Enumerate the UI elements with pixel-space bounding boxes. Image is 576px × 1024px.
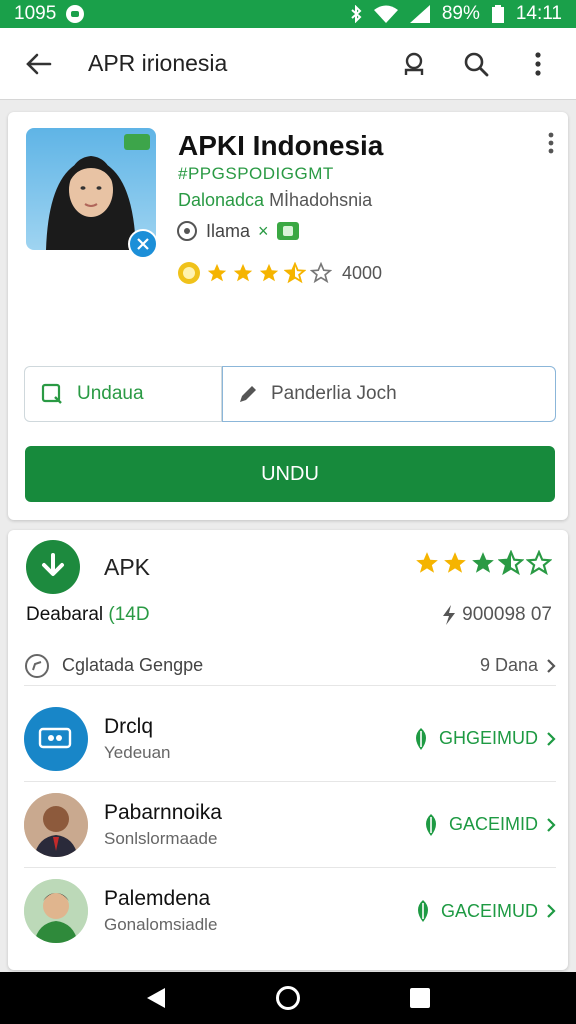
star-empty-icon	[310, 262, 332, 284]
apk-developer: Deabaral (14D	[26, 604, 150, 626]
system-nav-bar	[0, 972, 576, 1024]
bluetooth-icon	[351, 5, 362, 23]
star-full-icon	[233, 263, 253, 282]
status-clock: 14:11	[515, 3, 562, 24]
nav-back-icon[interactable]	[140, 982, 172, 1014]
pencil-icon	[240, 386, 256, 402]
star-empty-icon	[526, 550, 552, 576]
page-title: APR irionesia	[88, 50, 228, 76]
notification-icon	[66, 5, 85, 23]
category-label: Cglatada Gengpe	[62, 655, 204, 675]
star-full-icon	[259, 263, 279, 282]
avatar-tag	[124, 134, 150, 150]
account-icon[interactable]	[398, 48, 430, 80]
star-full-icon	[472, 552, 494, 573]
app-detail-card: APKI Indonesia #PPGSPODIGGMT Dalonadca M…	[8, 112, 568, 520]
star-full-icon	[416, 552, 438, 573]
app-subtitle-rest: Mİhadohsnia	[264, 190, 373, 210]
status-time: 1095	[14, 3, 57, 24]
app-name: APKI Indonesia	[178, 130, 384, 161]
list-item-subtitle: Sonlslormaade	[104, 828, 218, 848]
star-full-icon	[444, 552, 466, 573]
rating-count: 4000	[342, 262, 383, 283]
chevron-right-icon	[547, 731, 556, 746]
chevron-right-icon	[547, 658, 556, 673]
apk-title: APK	[104, 554, 151, 580]
profile-avatar	[24, 879, 88, 943]
outline-button[interactable]: Undaua	[24, 366, 222, 422]
leaf-icon	[425, 813, 436, 836]
list-item-subtitle: Yedeuan	[104, 742, 171, 762]
list-item[interactable]: Pabarnnoika Sonlslormaade GACEIMID	[24, 782, 556, 868]
profile-avatar	[24, 792, 88, 857]
wifi-icon	[373, 5, 398, 23]
apk-size-value: 900098 07	[462, 604, 552, 625]
star-full-icon	[207, 263, 227, 282]
compass-icon	[25, 653, 49, 678]
apk-developer-name: Deabaral	[26, 604, 104, 625]
meta-mark: ×	[258, 220, 269, 241]
list-item-action-label: GACEIMUD	[440, 900, 538, 921]
apk-card: APK Deabaral (14D 900098 07 Cglatada Gen…	[8, 530, 568, 970]
leaf-icon	[416, 727, 426, 750]
app-bar: APR irionesia	[0, 28, 576, 100]
more-options-icon[interactable]	[522, 48, 554, 80]
list-item-action-label: GACEIMID	[448, 814, 538, 834]
list-item-title: Drclq	[104, 714, 154, 738]
list-item-action[interactable]: GHGEIMUD	[411, 727, 556, 751]
clock-icon	[177, 221, 197, 241]
back-arrow-icon[interactable]	[22, 48, 54, 80]
app-developer[interactable]: #PPGSPODIGGMT	[178, 164, 334, 184]
install-button[interactable]: UNDU	[25, 446, 555, 502]
battery-icon	[491, 5, 504, 23]
apk-rating-stars	[414, 550, 552, 576]
list-item-title: Palemdena	[104, 887, 211, 910]
nav-recents-icon[interactable]	[404, 982, 436, 1014]
apk-size: 900098 07	[442, 604, 552, 626]
download-box-icon	[41, 383, 62, 404]
star-half-icon	[284, 262, 306, 284]
verified-badge-icon	[128, 229, 158, 259]
signal-icon	[409, 5, 430, 23]
app-subtitle: Dalonadca Mİhadohsnia	[178, 190, 372, 211]
list-item-action-label: GHGEIMUD	[439, 728, 538, 748]
apk-developer-code: (14D	[108, 604, 150, 625]
app-meta: Ilama ×	[176, 220, 299, 242]
search-input[interactable]: Panderlia Joch	[222, 366, 556, 422]
action-row: Undaua Panderlia Joch	[24, 366, 556, 422]
battery-percent: 89%	[441, 3, 480, 24]
bolt-icon	[443, 605, 456, 625]
app-rating: 4000	[176, 260, 382, 286]
list-item-action[interactable]: GACEIMID	[421, 813, 556, 837]
card-more-icon[interactable]	[548, 132, 554, 159]
meta-label: Ilama	[206, 220, 251, 241]
list-item-action[interactable]: GACEIMUD	[413, 899, 556, 923]
list-item-title: Pabarnnoika	[104, 800, 222, 824]
editor-choice-icon	[276, 222, 299, 240]
chat-app-icon	[24, 706, 88, 771]
outline-button-label: Undaua	[77, 383, 144, 404]
status-bar: 1095 89% 14:11	[0, 0, 576, 28]
search-input-text: Panderlia Joch	[271, 383, 397, 404]
download-circle-icon[interactable]	[26, 540, 80, 594]
chevron-right-icon	[547, 817, 556, 832]
award-icon	[178, 262, 200, 284]
list-item[interactable]: Drclq Yedeuan GHGEIMUD	[24, 696, 556, 782]
chevron-right-icon	[547, 904, 556, 918]
star-half-icon	[498, 550, 524, 576]
nav-home-icon[interactable]	[272, 982, 304, 1014]
search-icon[interactable]	[460, 48, 492, 80]
list-item-subtitle: Gonalomsiadle	[104, 915, 218, 934]
leaf-icon	[417, 900, 428, 922]
list-item[interactable]: Palemdena Gonalomsiadle GACEIMUD	[24, 868, 556, 954]
category-row[interactable]: Cglatada Gengpe 9 Dana	[24, 646, 556, 686]
app-subtitle-green: Dalonadca	[178, 190, 265, 210]
category-link: 9 Dana	[479, 655, 538, 675]
